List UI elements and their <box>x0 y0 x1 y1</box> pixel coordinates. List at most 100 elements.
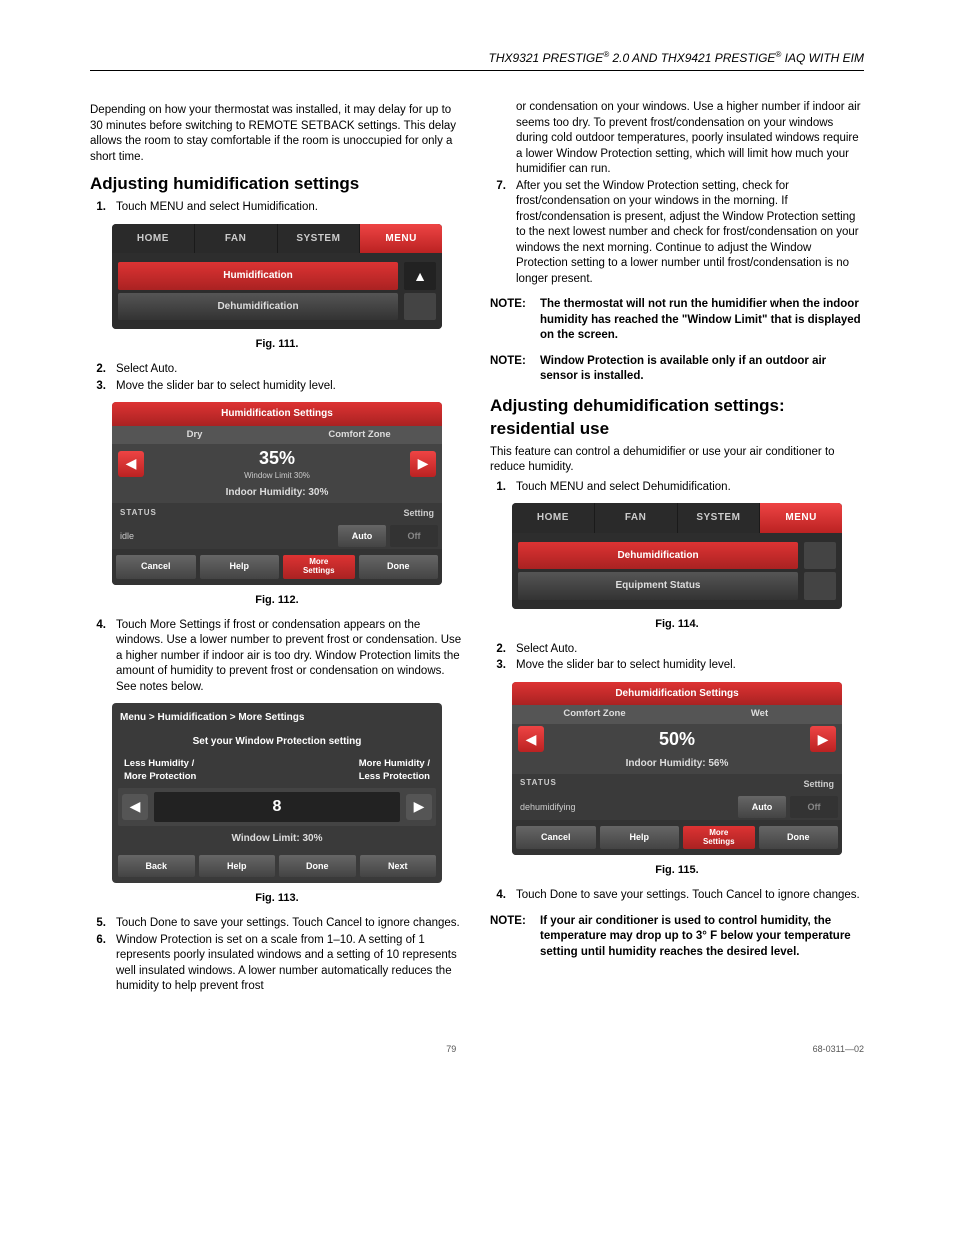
menu-item-humidification[interactable]: Humidification <box>118 262 398 290</box>
more-label-2: Less Protection <box>359 771 430 784</box>
next-button[interactable]: Next <box>360 855 437 877</box>
fig-113-panel: Menu > Humidification > More Settings Se… <box>112 703 442 883</box>
cancel-button[interactable]: Cancel <box>116 555 196 579</box>
window-limit-sub: Window Limit 30% <box>144 471 410 482</box>
step-list-4: 5.Touch Done to save your settings. Touc… <box>90 916 464 995</box>
heading-humidification: Adjusting humidification settings <box>90 173 464 196</box>
scroll-track[interactable] <box>804 542 836 570</box>
auto-button[interactable]: Auto <box>338 525 386 547</box>
step-list-r3: 4.Touch Done to save your settings. Touc… <box>490 888 864 904</box>
step-list-r1: 1.Touch MENU and select Dehumidification… <box>490 480 864 496</box>
menu-item-dehumidification[interactable]: Dehumidification <box>118 293 398 321</box>
tab-system[interactable]: SYSTEM <box>678 503 761 533</box>
arrow-left-icon[interactable]: ◀ <box>122 794 148 820</box>
fig-111-panel: HOME FAN SYSTEM MENU Humidification ▲ De… <box>112 224 442 330</box>
scroll-track[interactable] <box>804 572 836 600</box>
more-label-1: More Humidity / <box>359 758 430 771</box>
zone-dry: Dry <box>112 426 277 445</box>
less-label-2: More Protection <box>124 771 196 784</box>
doc-number: 68-0311—02 <box>813 1043 864 1055</box>
off-button[interactable]: Off <box>790 796 838 818</box>
tab-menu[interactable]: MENU <box>760 503 842 533</box>
arrow-left-icon[interactable]: ◀ <box>518 726 544 752</box>
dehum-intro: This feature can control a dehumidifier … <box>490 445 864 476</box>
note-2: NOTE: Window Protection is available onl… <box>490 354 864 385</box>
page-header: THX9321 PRESTIGE® 2.0 AND THX9421 PRESTI… <box>90 50 864 71</box>
tab-fan[interactable]: FAN <box>595 503 678 533</box>
step-num: 1. <box>90 200 116 216</box>
scroll-track[interactable] <box>404 293 436 321</box>
fig-112-panel: Humidification Settings Dry Comfort Zone… <box>112 402 442 585</box>
page-number: 79 <box>90 1043 813 1055</box>
tab-home[interactable]: HOME <box>512 503 595 533</box>
right-column: or condensation on your windows. Use a h… <box>490 99 864 1002</box>
note-label: NOTE: <box>490 914 540 961</box>
tab-home[interactable]: HOME <box>112 224 195 254</box>
humidity-value: 50% <box>544 727 810 751</box>
setting-label: Setting <box>277 505 438 521</box>
arrow-left-icon[interactable]: ◀ <box>118 451 144 477</box>
setting-label: Setting <box>677 776 838 792</box>
done-button[interactable]: Done <box>279 855 356 877</box>
arrow-right-icon[interactable]: ▶ <box>810 726 836 752</box>
tab-menu[interactable]: MENU <box>360 224 442 254</box>
step-list-1: 1.Touch MENU and select Humidification. <box>90 200 464 216</box>
note-body: The thermostat will not run the humidifi… <box>540 297 864 344</box>
cont-text: or condensation on your windows. Use a h… <box>516 100 864 178</box>
status-label: STATUS <box>120 508 273 519</box>
menu-item-dehumidification[interactable]: Dehumidification <box>518 542 798 570</box>
note-1: NOTE: The thermostat will not run the hu… <box>490 297 864 344</box>
step-text: Touch MENU and select Humidification. <box>116 200 464 216</box>
intro-paragraph: Depending on how your thermostat was ins… <box>90 103 464 165</box>
more-settings-button[interactable]: MoreSettings <box>683 826 755 850</box>
breadcrumb: Menu > Humidification > More Settings <box>118 709 436 731</box>
help-button[interactable]: Help <box>200 555 280 579</box>
menu-item-equipment-status[interactable]: Equipment Status <box>518 572 798 600</box>
panel-title: Humidification Settings <box>112 402 442 426</box>
note-body: If your air conditioner is used to contr… <box>540 914 864 961</box>
page-footer: 79 68-0311—02 <box>90 1043 864 1055</box>
step-list-3: 4.Touch More Settings if frost or conden… <box>90 618 464 696</box>
wp-title: Set your Window Protection setting <box>118 731 436 759</box>
status-value: dehumidifying <box>516 799 738 815</box>
note-label: NOTE: <box>490 354 540 385</box>
cont-list: or condensation on your windows. Use a h… <box>490 100 864 287</box>
fig-114-panel: HOME FAN SYSTEM MENU Dehumidification Eq… <box>512 503 842 609</box>
less-label-1: Less Humidity / <box>124 758 196 771</box>
fig-114-caption: Fig. 114. <box>490 617 864 632</box>
help-button[interactable]: Help <box>600 826 680 850</box>
fig-113-caption: Fig. 113. <box>90 891 464 906</box>
tab-fan[interactable]: FAN <box>195 224 278 254</box>
fig-115-panel: Dehumidification Settings Comfort Zone W… <box>512 682 842 856</box>
auto-button[interactable]: Auto <box>738 796 786 818</box>
off-button[interactable]: Off <box>390 525 438 547</box>
heading-dehumidification: Adjusting dehumidification settings: res… <box>490 395 864 441</box>
fig-112-caption: Fig. 112. <box>90 593 464 608</box>
window-limit-text: Window Limit: 30% <box>118 826 436 852</box>
help-button[interactable]: Help <box>199 855 276 877</box>
step-list-r2: 2.Select Auto. 3.Move the slider bar to … <box>490 642 864 674</box>
done-button[interactable]: Done <box>759 826 839 850</box>
status-value: idle <box>116 528 338 544</box>
zone-comfort: Comfort Zone <box>512 705 677 724</box>
status-label: STATUS <box>520 778 673 789</box>
panel-title: Dehumidification Settings <box>512 682 842 706</box>
left-column: Depending on how your thermostat was ins… <box>90 99 464 1002</box>
tab-system[interactable]: SYSTEM <box>278 224 361 254</box>
more-settings-button[interactable]: MoreSettings <box>283 555 355 579</box>
note-body: Window Protection is available only if a… <box>540 354 864 385</box>
scroll-up-icon[interactable]: ▲ <box>404 262 436 290</box>
cancel-button[interactable]: Cancel <box>516 826 596 850</box>
arrow-right-icon[interactable]: ▶ <box>406 794 432 820</box>
zone-wet: Wet <box>677 705 842 724</box>
arrow-right-icon[interactable]: ▶ <box>410 451 436 477</box>
note-label: NOTE: <box>490 297 540 344</box>
note-3: NOTE: If your air conditioner is used to… <box>490 914 864 961</box>
back-button[interactable]: Back <box>118 855 195 877</box>
fig-115-caption: Fig. 115. <box>490 863 864 878</box>
done-button[interactable]: Done <box>359 555 439 579</box>
indoor-humidity: Indoor Humidity: 56% <box>512 754 842 774</box>
wp-value: 8 <box>154 792 400 822</box>
step-list-2: 2.Select Auto. 3.Move the slider bar to … <box>90 362 464 394</box>
fig-111-caption: Fig. 111. <box>90 337 464 352</box>
